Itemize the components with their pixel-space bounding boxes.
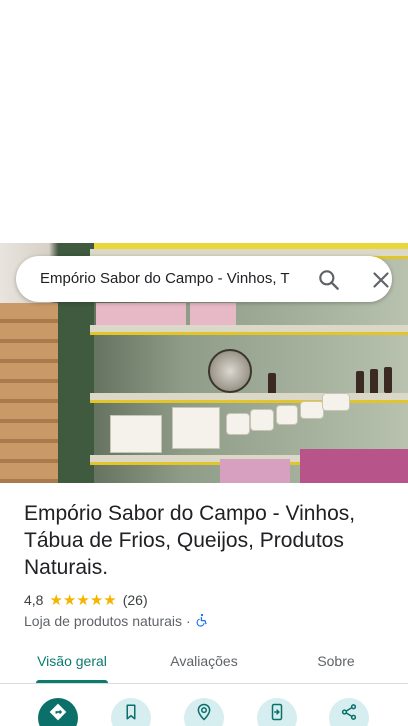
star-icon: ★	[89, 591, 104, 609]
star-icon: ★	[76, 591, 90, 609]
wooden-door	[0, 303, 62, 483]
directions-button[interactable]	[38, 698, 78, 726]
star-icon: ★	[62, 591, 77, 609]
map-blank-area	[0, 0, 408, 243]
place-tabs: Visão geral Avaliações Sobre	[0, 640, 408, 684]
tab-about[interactable]: Sobre	[286, 652, 386, 670]
active-tab-indicator	[36, 680, 108, 683]
share-icon	[341, 704, 357, 720]
place-title: Empório Sabor do Campo - Vinhos, Tábua d…	[24, 502, 356, 579]
close-icon[interactable]	[368, 267, 394, 293]
wheelchair-accessible-icon	[195, 613, 209, 630]
share-button[interactable]	[329, 698, 369, 726]
save-button[interactable]	[111, 698, 151, 726]
tab-overview[interactable]: Visão geral	[22, 652, 122, 670]
shelf	[90, 325, 408, 335]
search-bar[interactable]: Empório Sabor do Campo - Vinhos, T	[16, 256, 392, 302]
send-to-phone-icon	[271, 703, 283, 721]
star-icon: ★	[49, 591, 63, 609]
separator-dot: ·	[186, 613, 191, 629]
bookmark-icon	[126, 704, 136, 720]
search-query[interactable]: Empório Sabor do Campo - Vinhos, T	[40, 269, 302, 289]
category-row: Loja de produtos naturais ·	[24, 612, 209, 630]
action-buttons	[0, 696, 408, 726]
directions-icon	[49, 703, 67, 721]
shelf	[90, 393, 408, 403]
nearby-icon	[197, 703, 211, 721]
round-mirror	[208, 349, 252, 393]
place-category: Loja de produtos naturais	[24, 613, 182, 629]
rating-stars: ★ ★ ★ ★ ★	[49, 593, 116, 608]
rating-value: 4,8	[24, 592, 44, 608]
rating-row[interactable]: 4,8 ★ ★ ★ ★ ★ (26)	[24, 591, 148, 609]
review-count[interactable]: (26)	[123, 592, 148, 608]
tab-reviews[interactable]: Avaliações	[154, 652, 254, 670]
search-icon[interactable]	[316, 267, 342, 293]
product-box	[172, 407, 220, 449]
product-box	[110, 415, 162, 453]
star-icon: ★	[103, 591, 117, 609]
send-to-phone-button[interactable]	[257, 698, 297, 726]
nearby-button[interactable]	[184, 698, 224, 726]
